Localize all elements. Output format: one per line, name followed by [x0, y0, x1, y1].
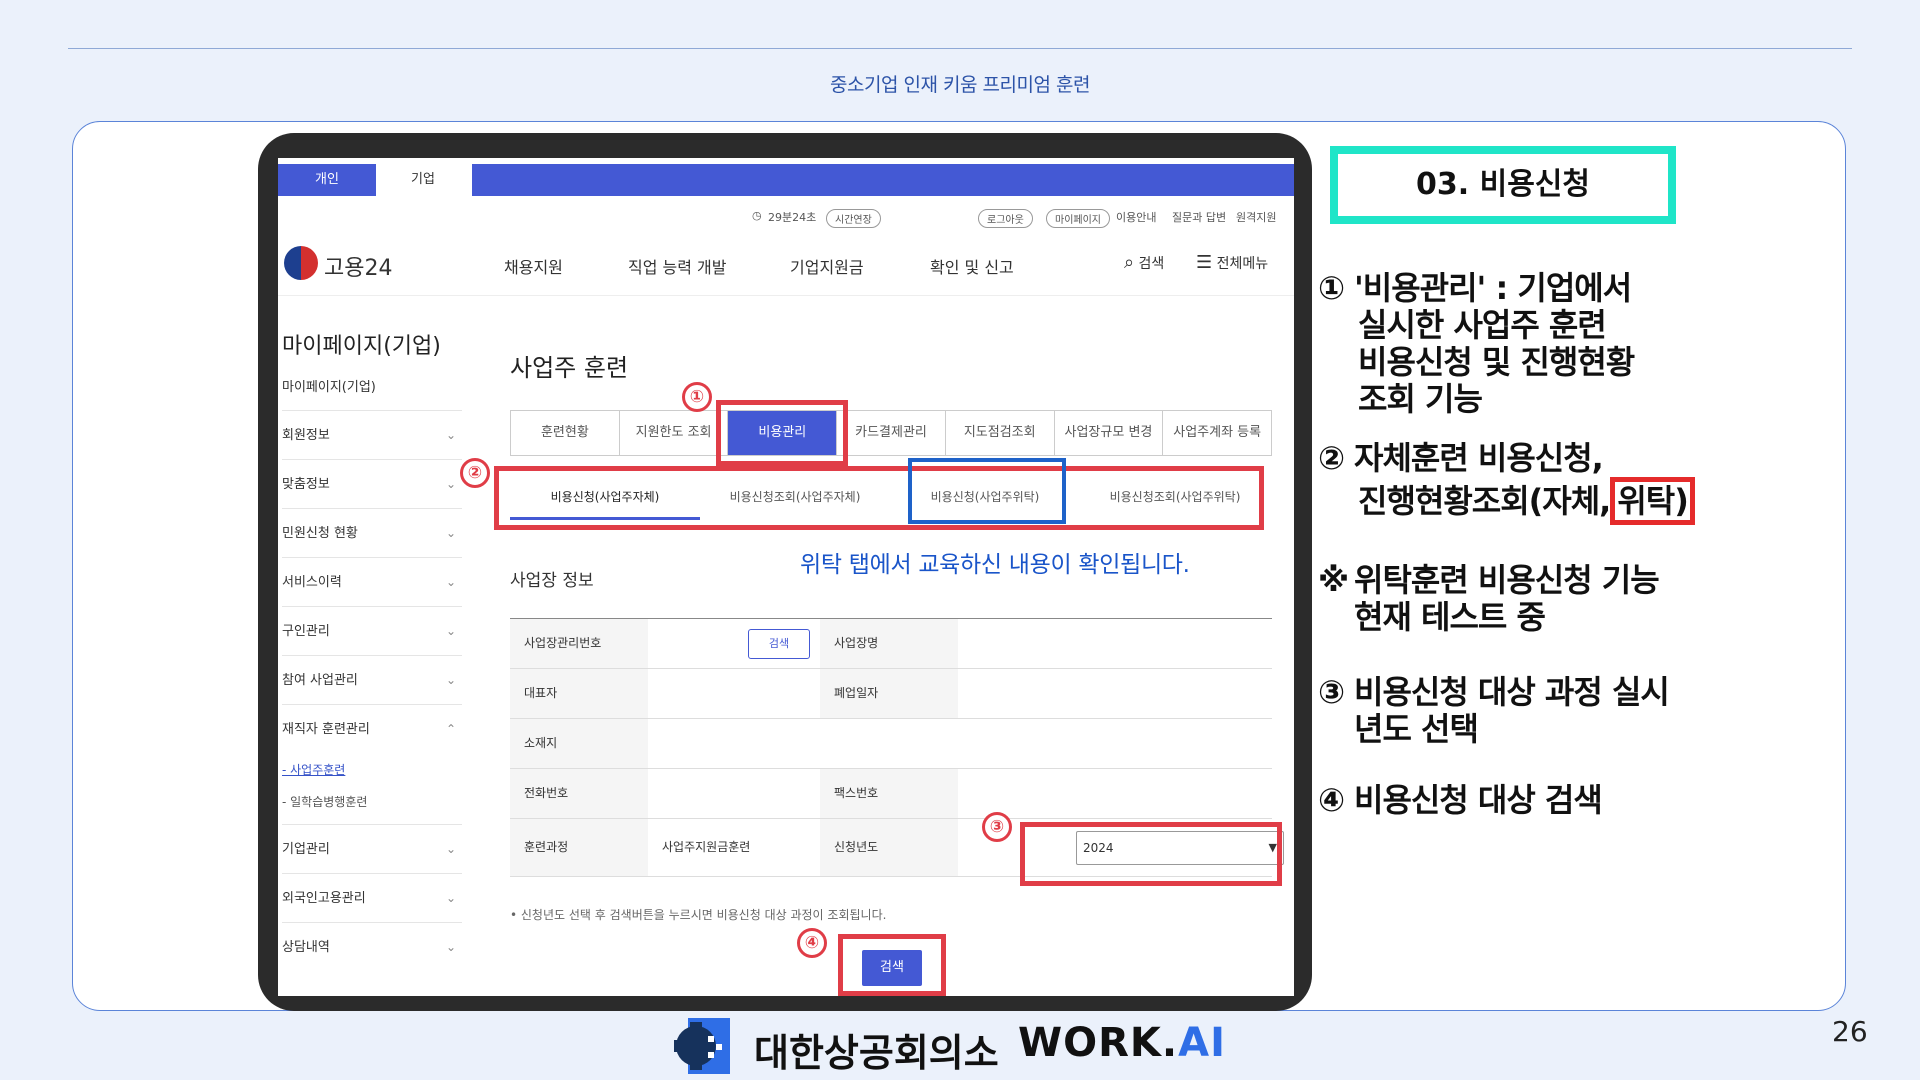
- chevron-down-icon: ⌄: [445, 526, 456, 540]
- explain-note: ※ 위탁훈련 비용신청 기능 현재 테스트 중: [1318, 561, 1660, 636]
- chevron-down-icon: ⌄: [445, 428, 456, 442]
- footer-logo: 대한상공회의소 WORK.AI: [672, 1012, 1232, 1080]
- header: 고용24 채용지원 직업 능력 개발 기업지원금 확인 및 신고 ⌕ 검색 ☰ …: [278, 246, 1294, 296]
- biz-no-label: 사업장관리번호: [510, 619, 648, 668]
- hamburger-icon: ☰: [1196, 252, 1213, 273]
- sidebar-item-member[interactable]: 회원정보 ⌄: [282, 410, 462, 459]
- chevron-down-icon: ⌄: [445, 673, 456, 687]
- mypage-button[interactable]: 마이페이지: [1046, 209, 1110, 228]
- qna-link[interactable]: 질문과 답변: [1172, 209, 1226, 225]
- top-divider: [68, 48, 1852, 49]
- course-value: 사업주지원금훈련: [662, 840, 751, 854]
- step-marker: ①: [682, 382, 712, 412]
- biz-no-search-button[interactable]: 검색: [748, 629, 810, 659]
- session-timer: 29분24초: [768, 211, 817, 224]
- consign-highlight: 위탁): [1610, 477, 1695, 525]
- nav-subsidy[interactable]: 기업지원금: [790, 254, 864, 278]
- page-title: 사업주 훈련: [510, 354, 629, 382]
- explain-item-3: ③ 비용신청 대상 과정 실시 년도 선택: [1318, 673, 1670, 748]
- section-heading: 03. 비용신청: [1330, 146, 1676, 224]
- chevron-down-icon: ⌄: [445, 575, 456, 589]
- tab-limit[interactable]: 지원한도 조회: [620, 411, 729, 455]
- user-type-tabs: 개인 기업: [278, 164, 1294, 196]
- utility-row: ◷ 29분24초 시간연장 로그아웃 마이페이지 이용안내 질문과 답변 원격지…: [278, 206, 1294, 230]
- chevron-down-icon: ⌄: [445, 477, 456, 491]
- form-row: 전화번호 팩스번호: [510, 769, 1272, 819]
- highlight-search: [838, 934, 946, 996]
- org-name: 대한상공회의소: [754, 1031, 999, 1075]
- sidebar-item-foreign[interactable]: 외국인고용관리 ⌄: [282, 873, 462, 922]
- site-logo[interactable]: 고용24: [324, 250, 392, 282]
- tab-business[interactable]: 기업: [376, 164, 470, 196]
- top-color-bar: [472, 164, 1294, 196]
- sidebar-sub-work-study[interactable]: - 일학습병행훈련: [282, 786, 462, 818]
- highlight-year: [1020, 822, 1282, 886]
- sidebar-sub-employer-training[interactable]: - 사업주훈련: [282, 754, 462, 786]
- highlight-subtabs: [494, 466, 1264, 530]
- guide-link[interactable]: 이용안내: [1116, 209, 1156, 225]
- biz-name-label: 사업장명: [820, 619, 958, 668]
- header-search[interactable]: ⌕ 검색: [1124, 252, 1164, 273]
- chevron-down-icon: ⌄: [445, 940, 456, 954]
- tab-training-status[interactable]: 훈련현황: [511, 411, 620, 455]
- tab-personal[interactable]: 개인: [278, 164, 376, 196]
- form-row: 대표자 폐업일자: [510, 669, 1272, 719]
- phone-label: 전화번호: [510, 769, 648, 818]
- nav-recruit[interactable]: 채용지원: [504, 254, 563, 278]
- close-date-label: 폐업일자: [820, 669, 958, 718]
- tab-card-payment[interactable]: 카드결제관리: [837, 411, 946, 455]
- form-hint: • 신청년도 선택 후 검색버튼을 누르시면 비용신청 대상 과정이 조회됩니다…: [510, 908, 887, 922]
- main-tabs: 훈련현황 지원한도 조회 비용관리 카드결제관리 지도점검조회 사업장규모 변경…: [510, 410, 1272, 456]
- remote-support-link[interactable]: 원격지원: [1236, 209, 1276, 225]
- search-icon: ⌕: [1124, 252, 1135, 273]
- highlight-cost-tab: [716, 400, 848, 466]
- sidebar-item-counsel[interactable]: 상담내역 ⌄: [282, 922, 462, 971]
- chevron-up-icon: ⌃: [445, 722, 456, 736]
- step-marker: ②: [460, 458, 490, 488]
- chevron-down-icon: ⌄: [445, 842, 456, 856]
- tab-inspection[interactable]: 지도점검조회: [946, 411, 1055, 455]
- slide-subtitle: 중소기업 인재 키움 프리미엄 훈련: [830, 74, 1090, 96]
- course-label: 훈련과정: [510, 819, 648, 876]
- step-marker: ③: [982, 812, 1012, 842]
- year-label: 신청년도: [820, 819, 958, 876]
- sidebar-menu: 마이페이지(기업) 회원정보 ⌄ 맞춤정보 ⌄ 민원신청 현황 ⌄ 서비스이력 ⌄ 구인…: [282, 378, 462, 971]
- sidebar-item-history[interactable]: 서비스이력 ⌄: [282, 557, 462, 606]
- explain-item-1: ① '비용관리' : 기업에서 실시한 사업주 훈련 비용신청 및 진행현황 조회…: [1318, 269, 1635, 418]
- sidebar-item-company[interactable]: 기업관리 ⌄: [282, 824, 462, 873]
- tab-account[interactable]: 사업주계좌 등록: [1163, 411, 1271, 455]
- clock-icon: ◷: [752, 209, 762, 222]
- sidebar-item-custom[interactable]: 맞춤정보 ⌄: [282, 459, 462, 508]
- sidebar-title: 마이페이지(기업): [282, 334, 441, 359]
- address-label: 소재지: [510, 719, 648, 768]
- nav-vocational[interactable]: 직업 능력 개발: [628, 254, 727, 278]
- taegeuk-logo-icon: [284, 246, 318, 280]
- step-marker: ④: [797, 928, 827, 958]
- sidebar-item-civil[interactable]: 민원신청 현황 ⌄: [282, 508, 462, 557]
- chevron-down-icon: ⌄: [445, 891, 456, 905]
- logout-button[interactable]: 로그아웃: [978, 209, 1033, 228]
- sidebar-item-training[interactable]: 재직자 훈련관리 ⌃ - 사업주훈련 - 일학습병행훈련: [282, 704, 462, 824]
- highlight-consign-tab: [908, 458, 1066, 524]
- nav-report[interactable]: 확인 및 신고: [930, 254, 1014, 278]
- all-menu[interactable]: ☰ 전체메뉴: [1196, 252, 1268, 273]
- brand-name: WORK.AI: [1018, 1020, 1226, 1066]
- page-number: 26: [1832, 1015, 1868, 1048]
- gear-logo-icon: [674, 1018, 730, 1074]
- form-row: 사업장관리번호 검색 사업장명: [510, 619, 1272, 669]
- sidebar-item-hiring[interactable]: 구인관리 ⌄: [282, 606, 462, 655]
- extend-time-button[interactable]: 시간연장: [826, 209, 881, 228]
- sidebar-item-programs[interactable]: 참여 사업관리 ⌄: [282, 655, 462, 704]
- consign-note: 위탁 탭에서 교육하신 내용이 확인됩니다.: [800, 552, 1190, 578]
- sidebar-item-mypage[interactable]: 마이페이지(기업): [282, 378, 462, 410]
- form-row: 소재지: [510, 719, 1272, 769]
- chevron-down-icon: ⌄: [445, 624, 456, 638]
- fax-label: 팩스번호: [820, 769, 958, 818]
- explain-item-4: ④ 비용신청 대상 검색: [1318, 781, 1603, 819]
- explain-item-2: ② 자체훈련 비용신청, 진행현황조회(자체, 위탁): [1318, 440, 1695, 525]
- ceo-label: 대표자: [510, 669, 648, 718]
- tab-size-change[interactable]: 사업장규모 변경: [1055, 411, 1164, 455]
- section-title: 사업장 정보: [510, 571, 594, 591]
